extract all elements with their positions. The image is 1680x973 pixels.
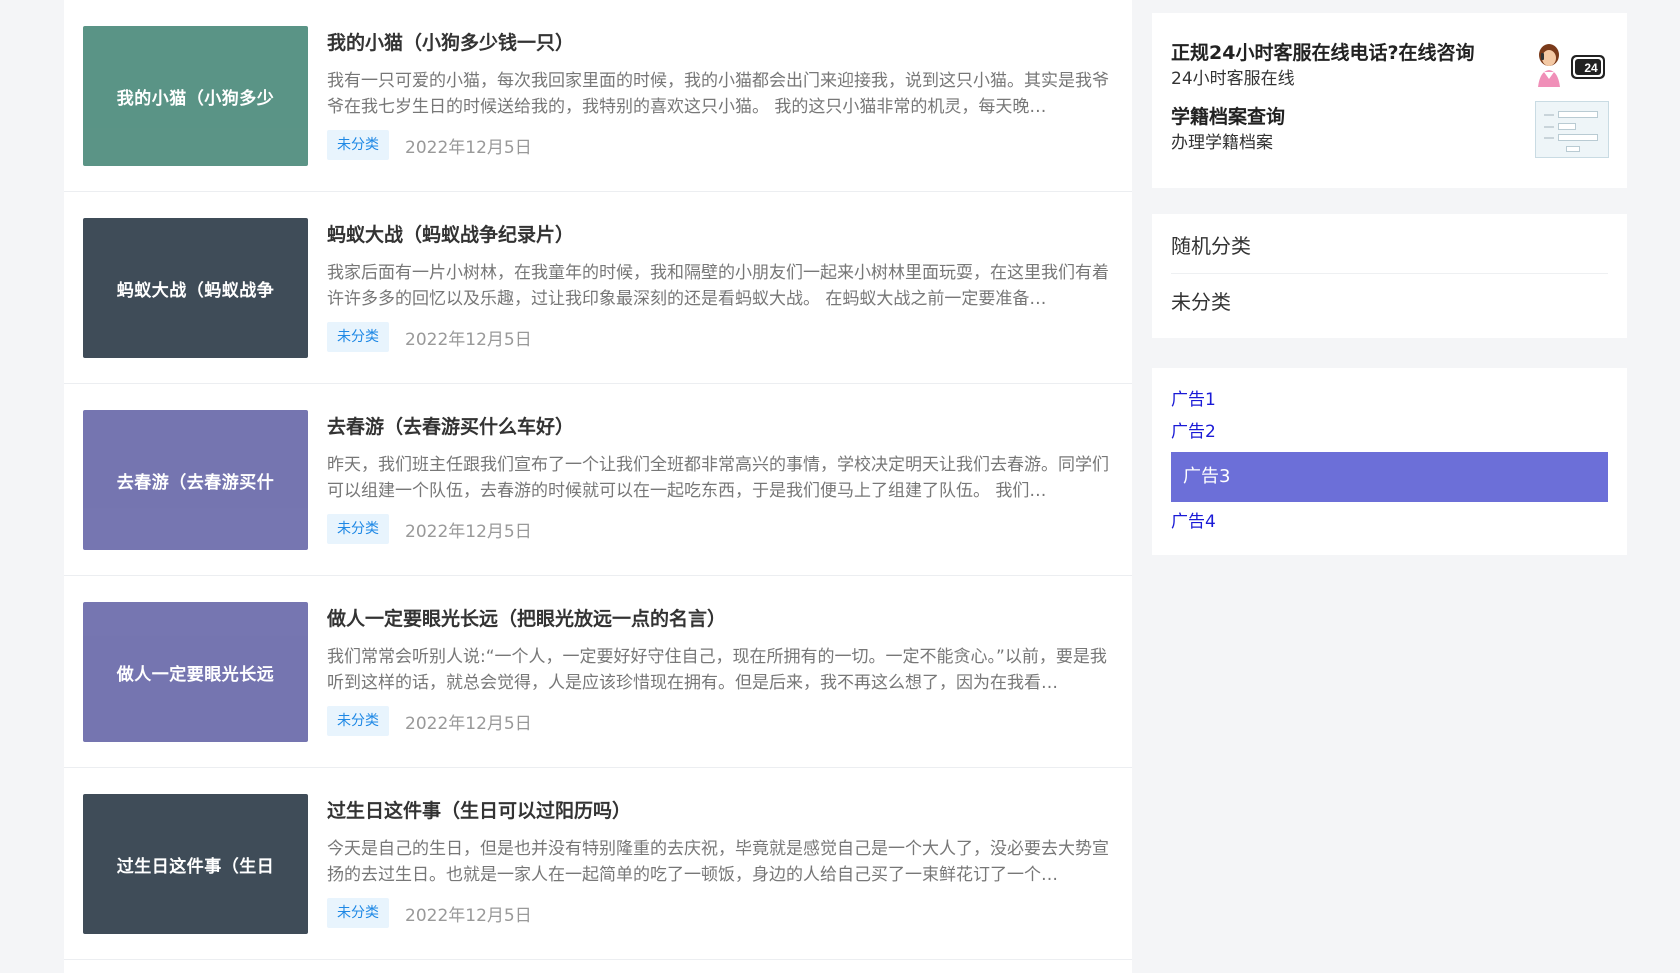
post-excerpt: 我们常常会听别人说:“一个人，一定要好好守住自己，现在所拥有的一切。一定不能贪心…: [327, 644, 1117, 696]
post-excerpt: 我有一只可爱的小猫，每次我回家里面的时候，我的小猫都会出门来迎接我，说到这只小猫…: [327, 68, 1117, 120]
post-date: 2022年12月5日: [405, 325, 532, 350]
ad-widget: 广告1 广告2 广告3 广告4: [1152, 368, 1627, 555]
category-tag[interactable]: 未分类: [327, 706, 389, 736]
contact-widget: 正规24小时客服在线电话?在线咨询 24小时客服在线 学籍档案查询 办理学籍档案…: [1152, 13, 1627, 188]
category-tag[interactable]: 未分类: [327, 898, 389, 928]
post-title[interactable]: 过生日这件事（生日可以过阳历吗）: [327, 796, 1117, 826]
post-date: 2022年12月5日: [405, 709, 532, 734]
post-date: 2022年12月5日: [405, 517, 532, 542]
post-item[interactable]: 我的小猫（小狗多少 我的小猫（小狗多少钱一只） 我有一只可爱的小猫，每次我回家里…: [64, 0, 1132, 192]
record-form-icon: [1535, 101, 1609, 158]
post-thumbnail[interactable]: 去春游（去春游买什: [83, 410, 308, 550]
post-date: 2022年12月5日: [405, 901, 532, 926]
post-thumbnail[interactable]: 做人一定要眼光长远: [83, 602, 308, 742]
category-random[interactable]: 随机分类: [1171, 218, 1608, 274]
post-item[interactable]: 蚂蚁大战（蚂蚁战争 蚂蚁大战（蚂蚁战争纪录片） 我家后面有一片小树林，在我童年的…: [64, 192, 1132, 384]
post-title[interactable]: 我的小猫（小狗多少钱一只）: [327, 28, 1117, 58]
post-item[interactable]: 去春游（去春游买什 去春游（去春游买什么车好） 昨天，我们班主任跟我们宣布了一个…: [64, 384, 1132, 576]
post-title[interactable]: 去春游（去春游买什么车好）: [327, 412, 1117, 442]
post-excerpt: 我家后面有一片小树林，在我童年的时候，我和隔壁的小朋友们一起来小树林里面玩耍，在…: [327, 260, 1117, 312]
ad-link-1[interactable]: 广告1: [1171, 388, 1216, 412]
post-list: 我的小猫（小狗多少 我的小猫（小狗多少钱一只） 我有一只可爱的小猫，每次我回家里…: [64, 0, 1132, 973]
category-tag[interactable]: 未分类: [327, 514, 389, 544]
ad-link-2[interactable]: 广告2: [1171, 420, 1216, 444]
category-tag[interactable]: 未分类: [327, 130, 389, 160]
category-widget: 随机分类 未分类: [1152, 214, 1627, 338]
ad-link-4[interactable]: 广告4: [1171, 510, 1216, 534]
customer-service-24h-icon: 24: [1535, 41, 1607, 89]
post-thumbnail[interactable]: 我的小猫（小狗多少: [83, 26, 308, 166]
post-date: 2022年12月5日: [405, 133, 532, 158]
post-item[interactable]: 过生日这件事（生日 过生日这件事（生日可以过阳历吗） 今天是自己的生日，但是也并…: [64, 768, 1132, 960]
post-excerpt: 今天是自己的生日，但是也并没有特别隆重的去庆祝，毕竟就是感觉自己是一个大人了，没…: [327, 836, 1117, 888]
post-excerpt: 昨天，我们班主任跟我们宣布了一个让我们全班都非常高兴的事情，学校决定明天让我们去…: [327, 452, 1117, 504]
post-title[interactable]: 蚂蚁大战（蚂蚁战争纪录片）: [327, 220, 1117, 250]
post-thumbnail[interactable]: 蚂蚁大战（蚂蚁战争: [83, 218, 308, 358]
svg-text:24: 24: [1584, 61, 1598, 75]
post-item[interactable]: 做人一定要眼光长远 做人一定要眼光长远（把眼光放远一点的名言） 我们常常会听别人…: [64, 576, 1132, 768]
ad-link-3-active[interactable]: 广告3: [1171, 452, 1608, 502]
category-uncategorized[interactable]: 未分类: [1171, 274, 1608, 330]
post-thumbnail[interactable]: 过生日这件事（生日: [83, 794, 308, 934]
post-title[interactable]: 做人一定要眼光长远（把眼光放远一点的名言）: [327, 604, 1117, 634]
category-tag[interactable]: 未分类: [327, 322, 389, 352]
